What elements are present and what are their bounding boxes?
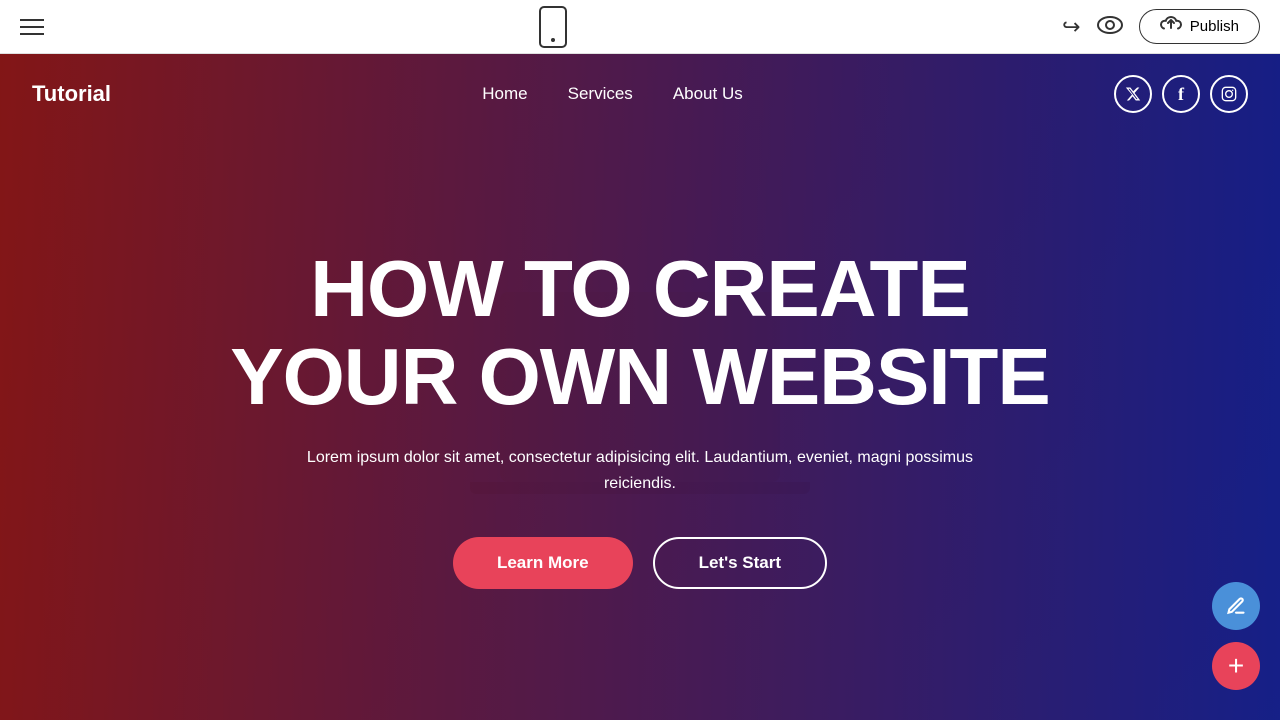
undo-icon[interactable]: ↩ [1062,14,1080,40]
hero-subtitle: Lorem ipsum dolor sit amet, consectetur … [290,445,990,496]
edit-fab-button[interactable] [1212,582,1260,630]
publish-button[interactable]: Publish [1139,9,1260,44]
instagram-icon[interactable] [1210,75,1248,113]
preview-eye-icon[interactable] [1097,14,1123,40]
toolbar-right: ↩ Publish [1062,9,1260,44]
nav-link-services[interactable]: Services [568,84,633,104]
social-icons: f [1114,75,1248,113]
add-fab-button[interactable]: + [1212,642,1260,690]
toolbar-left [20,19,44,35]
learn-more-button[interactable]: Learn More [453,537,633,589]
hero-section: Tutorial Home Services About Us f [0,54,1280,720]
toolbar-center [539,6,567,48]
publish-label: Publish [1190,18,1239,35]
hero-title: HOW TO CREATE YOUR OWN WEBSITE [230,245,1050,421]
hamburger-icon[interactable] [20,19,44,35]
mobile-preview-icon[interactable] [539,6,567,48]
hero-buttons: Learn More Let's Start [453,537,827,589]
lets-start-button[interactable]: Let's Start [653,537,827,589]
site-logo: Tutorial [32,81,111,107]
site-nav-links: Home Services About Us [482,84,742,104]
hero-content: HOW TO CREATE YOUR OWN WEBSITE Lorem ips… [230,245,1050,588]
site-navigation: Tutorial Home Services About Us f [0,54,1280,134]
toolbar: ↩ Publish [0,0,1280,54]
nav-link-home[interactable]: Home [482,84,527,104]
twitter-icon[interactable] [1114,75,1152,113]
preview-area: Tutorial Home Services About Us f [0,54,1280,720]
cloud-upload-icon [1160,16,1182,37]
facebook-icon[interactable]: f [1162,75,1200,113]
nav-link-about[interactable]: About Us [673,84,743,104]
